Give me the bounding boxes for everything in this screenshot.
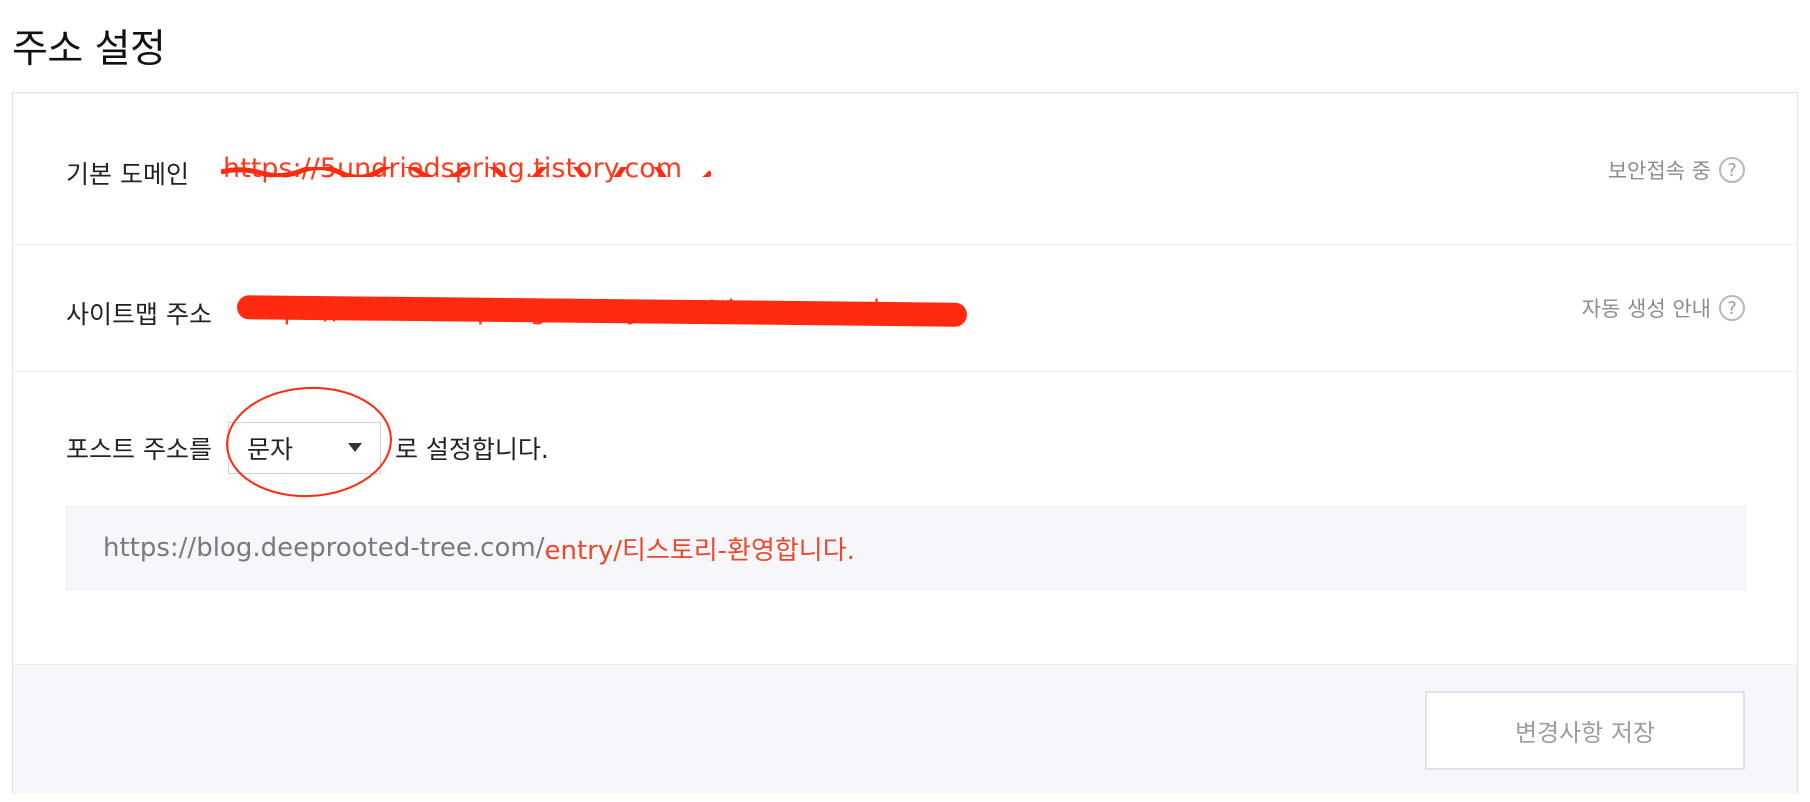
redaction-scribble	[221, 167, 711, 177]
post-address-row: 포스트 주소를 문자 로 설정합니다. https://blog.deeproo…	[13, 372, 1797, 664]
post-address-line: 포스트 주소를 문자 로 설정합니다.	[66, 422, 549, 474]
post-address-prefix: 포스트 주소를	[66, 435, 212, 464]
address-settings-panel: 기본 도메인 https://5undriedspring.tistory.co…	[12, 92, 1798, 794]
domain-value-redacted: https://5undriedspring.tistory.com	[221, 153, 711, 184]
domain-label: 기본 도메인	[66, 160, 189, 189]
post-address-suffix: 로 설정합니다.	[394, 435, 549, 464]
footer-bar: 변경사항 저장	[13, 664, 1797, 794]
sitemap-help[interactable]: 자동 생성 안내 ?	[1582, 293, 1745, 323]
url-preview-base: https://blog.deeprooted-tree.com/	[103, 533, 545, 563]
secure-connection-help[interactable]: 보안접속 중 ?	[1608, 155, 1745, 185]
sitemap-value-redacted: https://5undriedspring.tistory.com/sitem…	[236, 295, 968, 327]
save-changes-button[interactable]: 변경사항 저장	[1425, 691, 1745, 770]
secure-connection-text: 보안접속 중	[1607, 159, 1711, 183]
post-url-preview: https://blog.deeprooted-tree.com/entry/티…	[66, 506, 1746, 590]
question-circle-icon[interactable]: ?	[1719, 295, 1745, 321]
sitemap-row: 사이트맵 주소 https://5undriedspring.tistory.c…	[13, 245, 1797, 372]
domain-row: 기본 도메인 https://5undriedspring.tistory.co…	[13, 93, 1797, 245]
sitemap-help-text: 자동 생성 안내	[1581, 297, 1711, 321]
page-title: 주소 설정	[12, 27, 166, 72]
sitemap-label: 사이트맵 주소	[66, 300, 212, 329]
dropdown-triangle-icon	[347, 443, 362, 452]
url-preview-accent: entry/티스토리-환영합니다.	[544, 535, 855, 566]
select-value: 문자	[246, 435, 293, 464]
question-circle-icon[interactable]: ?	[1719, 157, 1745, 183]
post-address-format-select[interactable]: 문자	[227, 422, 381, 474]
